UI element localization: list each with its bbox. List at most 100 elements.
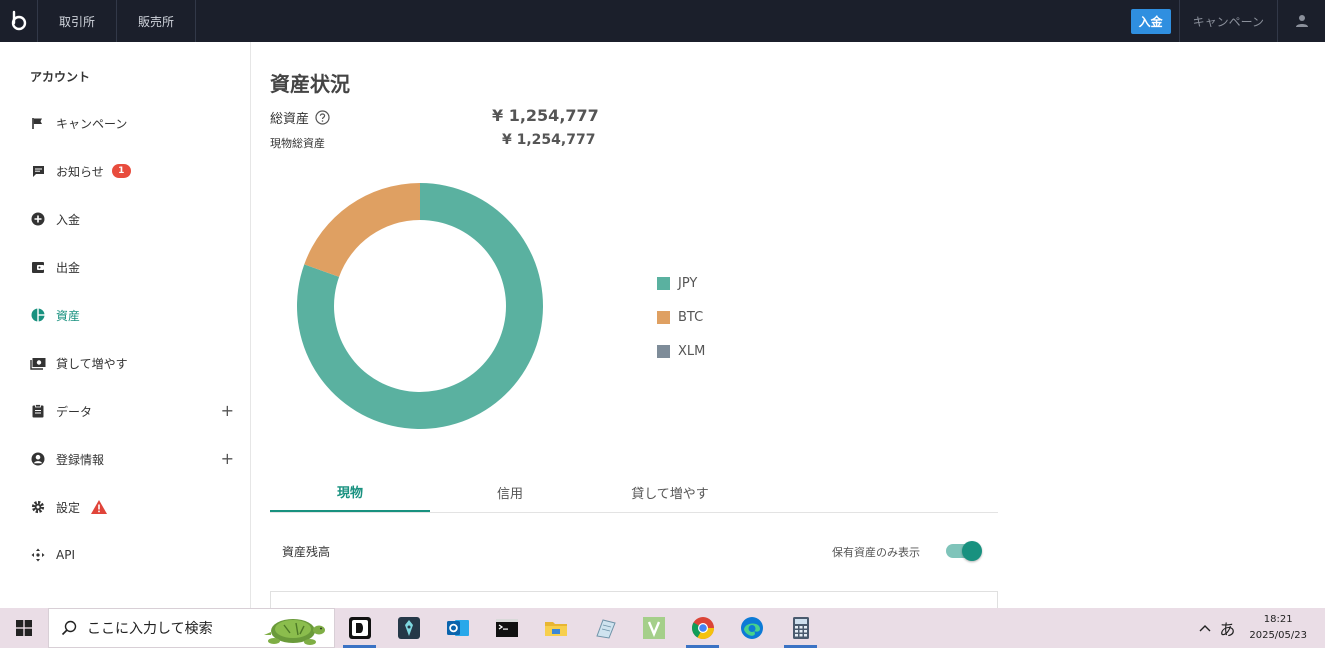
account-circle-icon [30, 451, 46, 467]
pen-app-button[interactable] [384, 608, 433, 648]
sidebar-item-deposit[interactable]: 入金 [30, 207, 240, 231]
edge-app-button[interactable] [727, 608, 776, 648]
legend-label: BTC [678, 309, 704, 325]
taskbar-clock[interactable]: 18:21 2025/05/23 [1249, 612, 1307, 644]
sidebar-item-news[interactable]: お知らせ 1 [30, 159, 240, 183]
sidebar-item-label: 登録情報 [56, 452, 105, 467]
warning-icon [90, 499, 108, 515]
asset-donut-chart [297, 183, 543, 429]
total-assets-label-text: 総資産 [270, 112, 310, 127]
user-icon[interactable] [1277, 0, 1325, 42]
legend-swatch [657, 344, 670, 358]
legend-label: XLM [678, 343, 706, 359]
edge-icon [740, 617, 763, 639]
notepad-app-button[interactable] [580, 608, 629, 648]
turtle-illustration-icon [264, 619, 325, 645]
chevron-up-icon[interactable] [1199, 621, 1211, 636]
chrome-app-button[interactable] [678, 608, 727, 648]
legend-item-xlm[interactable]: XLM [657, 334, 705, 368]
legend-item-btc[interactable]: BTC [657, 300, 705, 334]
ime-indicator[interactable]: あ [1219, 616, 1235, 640]
money-icon [30, 355, 46, 371]
api-icon [30, 547, 46, 563]
clock-time: 18:21 [1263, 614, 1293, 625]
file-explorer-icon [544, 622, 567, 636]
tab-spot[interactable]: 現物 [270, 472, 430, 512]
legend-swatch [657, 276, 670, 290]
holdings-only-toggle[interactable] [946, 541, 982, 561]
sidebar-title: アカウント [30, 70, 91, 84]
plus-circle-icon [30, 211, 46, 227]
nav-tab-broker[interactable]: 販売所 [117, 0, 196, 42]
expand-plus-icon[interactable]: + [221, 403, 234, 419]
flag-icon [30, 115, 46, 131]
toggle-knob [962, 541, 982, 561]
sidebar-item-campaign[interactable]: キャンペーン [30, 111, 240, 135]
windows-start-icon[interactable] [0, 608, 48, 648]
sidebar-item-withdraw[interactable]: 出金 [30, 255, 240, 279]
sidebar: アカウント キャンペーン お知らせ 1 入金 出金 資産 貸して増やす データ … [0, 42, 251, 608]
top-navbar: 取引所 販売所 入金 キャンペーン [0, 0, 1325, 42]
calculator-app-button[interactable] [776, 608, 825, 648]
holdings-only-label: 保有資産のみ表示 [832, 546, 920, 559]
sidebar-item-label: API [56, 548, 75, 562]
file-explorer-app-button[interactable] [531, 608, 580, 648]
notification-badge: 1 [111, 164, 131, 178]
campaign-link[interactable]: キャンペーン [1178, 0, 1277, 42]
legend-swatch [657, 310, 670, 324]
windows-taskbar: ここに入力して検索 あ 18:21 2025/05/23 [0, 608, 1325, 648]
sidebar-item-label: お知らせ [56, 164, 104, 179]
wallet-icon [30, 259, 46, 275]
v-app-button[interactable] [629, 608, 678, 648]
sidebar-item-label: 出金 [56, 260, 81, 275]
sidebar-item-label: 貸して増やす [56, 356, 128, 371]
deposit-button[interactable]: 入金 [1130, 8, 1171, 34]
taskbar-search-box[interactable]: ここに入力して検索 [48, 608, 335, 648]
outlook-icon [446, 620, 469, 636]
legend-label: JPY [678, 275, 698, 291]
terminal-app-button[interactable] [482, 608, 531, 648]
sidebar-item-api[interactable]: API [30, 543, 240, 567]
legend-item-jpy[interactable]: JPY [657, 266, 705, 300]
gear-icon [30, 499, 46, 515]
pen-app-icon [397, 617, 420, 639]
logo-icon[interactable] [0, 0, 38, 42]
terminal-icon [495, 619, 518, 637]
tab-lending[interactable]: 貸して増やす [590, 472, 750, 512]
v-app-icon [642, 617, 665, 639]
asset-balance-heading: 資産残高 [282, 545, 331, 559]
expand-plus-icon[interactable]: + [221, 451, 234, 467]
search-icon [61, 620, 77, 636]
chrome-icon [691, 617, 714, 639]
page-title: 資産状況 [270, 72, 350, 96]
search-placeholder: ここに入力して検索 [87, 621, 213, 637]
clock-date: 2025/05/23 [1249, 630, 1307, 641]
main-content: 資産状況 総資産 ¥ 1,254,777 現物総資産 ¥ 1,254,777 J… [270, 42, 1000, 621]
spot-assets-value: ¥ 1,254,777 [502, 132, 596, 148]
total-assets-value: ¥ 1,254,777 [492, 106, 599, 125]
sidebar-item-settings[interactable]: 設定 [30, 495, 240, 519]
dolby-app-button[interactable] [335, 608, 384, 648]
asset-tabs: 現物 信用 貸して増やす [270, 472, 998, 513]
outlook-app-button[interactable] [433, 608, 482, 648]
sidebar-item-lending[interactable]: 貸して増やす [30, 351, 240, 375]
pie-chart-icon [30, 307, 46, 323]
system-tray: あ 18:21 2025/05/23 [1199, 608, 1325, 648]
donut-slice-btc[interactable] [304, 183, 420, 277]
total-assets-label: 総資産 [270, 108, 330, 127]
sidebar-item-label: 入金 [56, 212, 81, 227]
sidebar-item-registration[interactable]: 登録情報 + [30, 447, 240, 471]
clipboard-icon [30, 403, 46, 419]
help-icon[interactable] [315, 110, 330, 125]
dolby-icon [348, 617, 371, 639]
tab-margin[interactable]: 信用 [430, 472, 590, 512]
calculator-icon [792, 617, 809, 639]
sidebar-item-label: キャンペーン [56, 116, 128, 131]
chart-legend: JPY BTC XLM [657, 266, 705, 368]
message-icon [30, 163, 46, 179]
spot-assets-label: 現物総資産 [270, 137, 325, 150]
sidebar-item-label: データ [56, 404, 93, 419]
sidebar-item-data[interactable]: データ + [30, 399, 240, 423]
sidebar-item-assets[interactable]: 資産 [30, 303, 240, 327]
nav-tab-exchange[interactable]: 取引所 [38, 0, 117, 42]
